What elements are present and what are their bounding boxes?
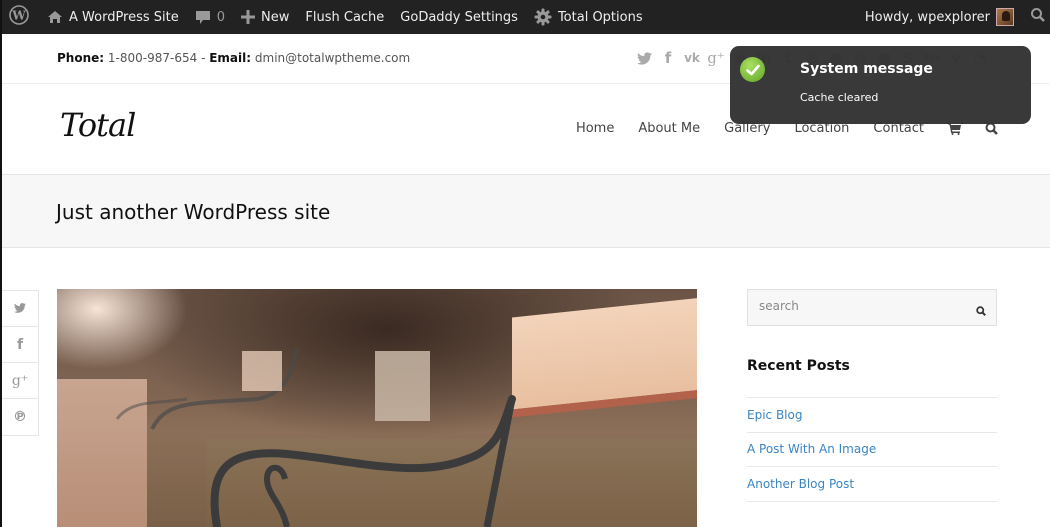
window-edge: [0, 0, 2, 527]
phone-value: 1-800-987-654: [107, 51, 198, 65]
success-check-icon: [740, 57, 765, 82]
share-pinterest-button[interactable]: ℗: [2, 399, 38, 435]
wp-admin-bar: W A WordPress Site 0 New Flush Cache GoD…: [0, 0, 1050, 34]
share-twitter-button[interactable]: [2, 291, 38, 327]
recent-post-link[interactable]: Another Blog Post: [747, 467, 997, 502]
comments-count: 0: [216, 9, 226, 25]
nav-home[interactable]: Home: [576, 121, 614, 136]
share-google-plus-button[interactable]: g⁺: [2, 363, 38, 399]
phone-label: Phone:: [57, 51, 105, 65]
facebook-icon[interactable]: f: [656, 48, 680, 68]
home-icon: [47, 10, 63, 24]
recent-post-link[interactable]: Epic Blog: [747, 398, 997, 433]
total-options-label: Total Options: [557, 9, 643, 25]
gear-icon: [534, 8, 552, 26]
featured-image-bench[interactable]: [57, 289, 697, 527]
recent-posts-title: Recent Posts: [747, 358, 850, 374]
recent-posts-list: Epic Blog A Post With An Image Another B…: [747, 397, 997, 502]
site-name-menu[interactable]: A WordPress Site: [39, 0, 187, 34]
twitter-icon[interactable]: [632, 48, 656, 68]
notification-title: System message: [800, 61, 933, 77]
new-label: New: [261, 9, 290, 25]
comments-menu[interactable]: 0: [187, 0, 233, 34]
twitter-icon: [14, 301, 26, 317]
separator: -: [201, 51, 206, 65]
flush-cache-label: Flush Cache: [305, 9, 385, 25]
new-content-menu[interactable]: New: [233, 0, 297, 34]
bench-ironwork-illustration: [115, 348, 516, 527]
plus-icon: [241, 10, 256, 24]
comment-icon: [195, 10, 211, 25]
facebook-icon: f: [16, 336, 24, 353]
nav-about-me[interactable]: About Me: [638, 121, 700, 136]
email-label: Email:: [209, 51, 252, 65]
sidebar-search: [747, 289, 997, 326]
page-header: Just another WordPress site: [2, 175, 1050, 248]
search-input[interactable]: [759, 299, 959, 313]
pinterest-icon: ℗: [13, 409, 27, 425]
share-facebook-button[interactable]: f: [2, 327, 38, 363]
greeting: Howdy, wpexplorer: [864, 9, 990, 25]
search-submit-icon[interactable]: [976, 301, 986, 320]
site-logo[interactable]: Total: [60, 106, 136, 144]
google-plus-icon: g⁺: [11, 372, 29, 389]
svg-text:W: W: [11, 9, 26, 23]
system-message-notification[interactable]: System message Cache cleared: [730, 46, 1031, 124]
social-share-bar: f g⁺ ℗: [2, 290, 39, 436]
godaddy-settings-menu[interactable]: GoDaddy Settings: [392, 0, 526, 34]
contact-info: Phone: 1-800-987-654 - Email: dmin@total…: [57, 51, 410, 65]
search-icon: [1030, 7, 1046, 27]
my-account-menu[interactable]: Howdy, wpexplorer: [857, 0, 1022, 34]
total-options-menu[interactable]: Total Options: [526, 0, 651, 34]
notification-message: Cache cleared: [800, 91, 879, 104]
avatar: [996, 8, 1014, 26]
page-title: Just another WordPress site: [56, 200, 331, 224]
site-name: A WordPress Site: [69, 9, 179, 25]
google-plus-icon[interactable]: g⁺: [704, 48, 728, 68]
wordpress-logo-icon: W: [9, 5, 29, 29]
flush-cache-button[interactable]: Flush Cache: [297, 0, 392, 34]
wp-logo-menu[interactable]: W: [0, 0, 39, 34]
admin-search-button[interactable]: [1022, 0, 1050, 34]
godaddy-settings-label: GoDaddy Settings: [400, 9, 518, 25]
recent-post-link[interactable]: A Post With An Image: [747, 433, 997, 467]
cart-icon[interactable]: [948, 122, 961, 135]
vk-icon[interactable]: vk: [680, 48, 704, 68]
email-link[interactable]: dmin@totalwptheme.com: [255, 51, 410, 65]
